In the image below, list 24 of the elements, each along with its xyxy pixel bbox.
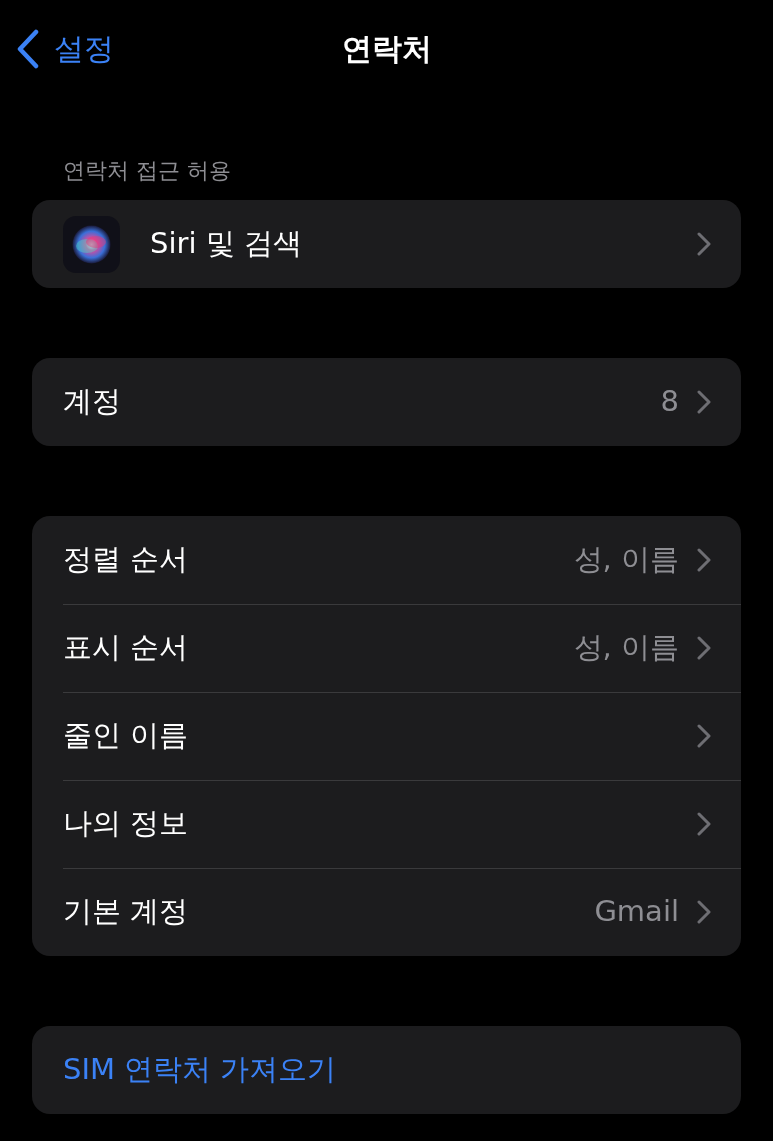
row-value: Gmail	[594, 893, 679, 931]
chevron-icon	[697, 812, 711, 836]
row-label: Siri 및 검색	[150, 225, 302, 263]
chevron-icon	[697, 390, 711, 414]
action-link[interactable]: SIM 연락처 가져오기	[63, 1048, 337, 1092]
chevron-icon	[697, 724, 711, 748]
chevron-icon	[697, 900, 711, 924]
chevron-icon	[697, 636, 711, 660]
row-value: 8	[660, 383, 679, 421]
row-value: 성, 이름	[573, 541, 679, 579]
section-header: 연락처 접근 허용	[63, 157, 232, 185]
page-title: 연락처	[341, 30, 432, 68]
row-label: 기본 계정	[63, 893, 189, 931]
row-label: 줄인 이름	[63, 717, 189, 755]
row-label: 나의 정보	[63, 805, 189, 843]
row-label: 계정	[63, 383, 121, 421]
row-label: 정렬 순서	[63, 541, 189, 579]
back-button[interactable]: 설정	[16, 26, 114, 71]
siri-icon	[63, 215, 120, 273]
chevron-icon	[697, 548, 711, 572]
row-value: 성, 이름	[573, 629, 679, 667]
row-label: 표시 순서	[63, 629, 189, 667]
back-icon	[16, 28, 40, 69]
chevron-icon	[697, 232, 711, 256]
